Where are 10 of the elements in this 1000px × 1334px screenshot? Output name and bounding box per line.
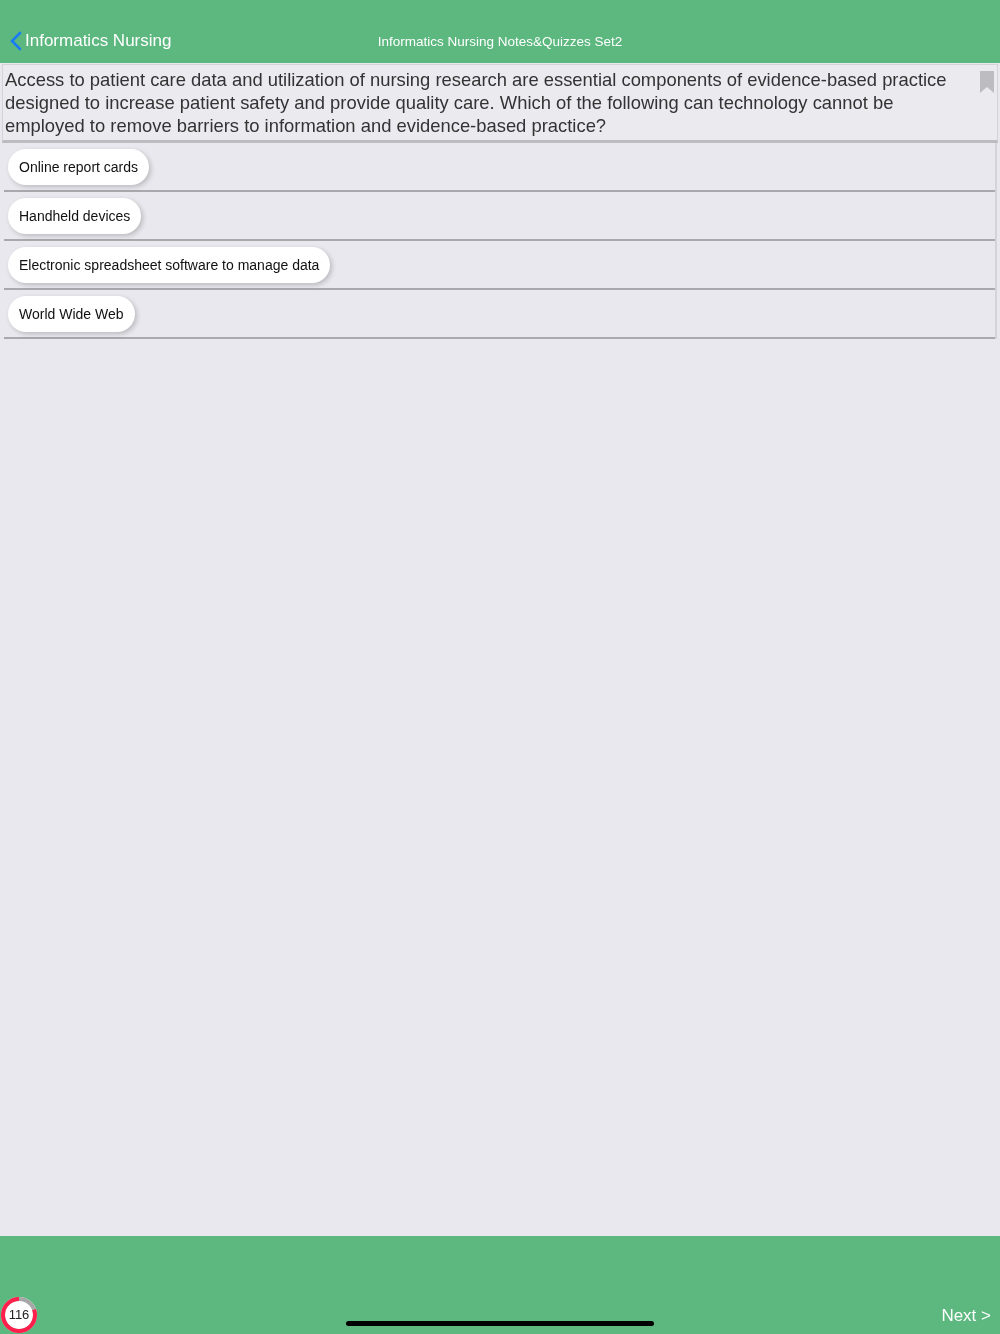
answer-option[interactable]: Electronic spreadsheet software to manage data [8, 246, 331, 283]
answer-option[interactable]: Handheld devices [8, 197, 142, 234]
bookmark-icon[interactable] [980, 71, 994, 93]
progress-ring [0, 1296, 38, 1334]
answer-option[interactable]: World Wide Web [8, 295, 135, 332]
chevron-left-icon [10, 31, 22, 51]
screen-title: Informatics Nursing Notes&Quizzes Set2 [377, 34, 623, 49]
answer-option[interactable]: Online report cards [8, 148, 150, 185]
question-text: Access to patient care data and utilization of nursing research are essential components of evidence-based practice designed to increase patient safety and provide quality care. Which of the following can technology cannot be employed to remove barriers to information and evidence-based practice? [5, 68, 948, 137]
question-counter: 116 [8, 1308, 30, 1322]
